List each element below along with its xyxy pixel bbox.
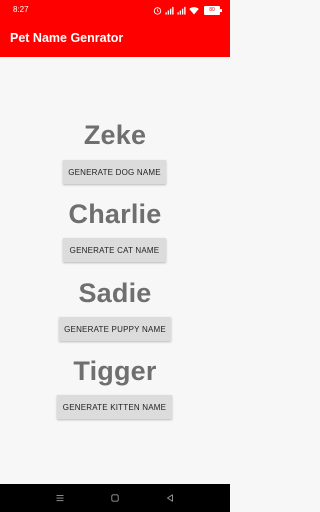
navigation-bar [0, 484, 230, 512]
status-time: 8:27 [13, 5, 29, 14]
generate-puppy-name-button[interactable]: GENERATE PUPPY NAME [59, 317, 171, 341]
signal-icon [165, 6, 174, 15]
home-icon[interactable] [110, 493, 120, 503]
cat-name: Charlie [68, 199, 162, 229]
dog-name: Zeke [83, 120, 147, 150]
app-title: Pet Name Genrator [10, 31, 124, 45]
generate-kitten-name-button[interactable]: GENERATE KITTEN NAME [57, 395, 172, 419]
back-icon[interactable] [165, 493, 175, 503]
alarm-icon [153, 6, 162, 15]
signal-icon [177, 6, 186, 15]
puppy-name: Sadie [78, 278, 152, 308]
status-bar: 8:27 80 [0, 0, 230, 20]
generate-dog-name-button[interactable]: GENERATE DOG NAME [63, 160, 166, 184]
app-bar: Pet Name Genrator [0, 20, 230, 57]
generate-cat-name-button[interactable]: GENERATE CAT NAME [63, 238, 166, 262]
wifi-icon [189, 6, 199, 14]
kitten-name: Tigger [73, 356, 157, 386]
menu-icon[interactable] [55, 493, 65, 503]
battery-icon: 80 [204, 5, 222, 15]
main-content: Zeke GENERATE DOG NAME Charlie GENERATE … [0, 57, 230, 484]
status-icons: 80 [153, 4, 222, 16]
